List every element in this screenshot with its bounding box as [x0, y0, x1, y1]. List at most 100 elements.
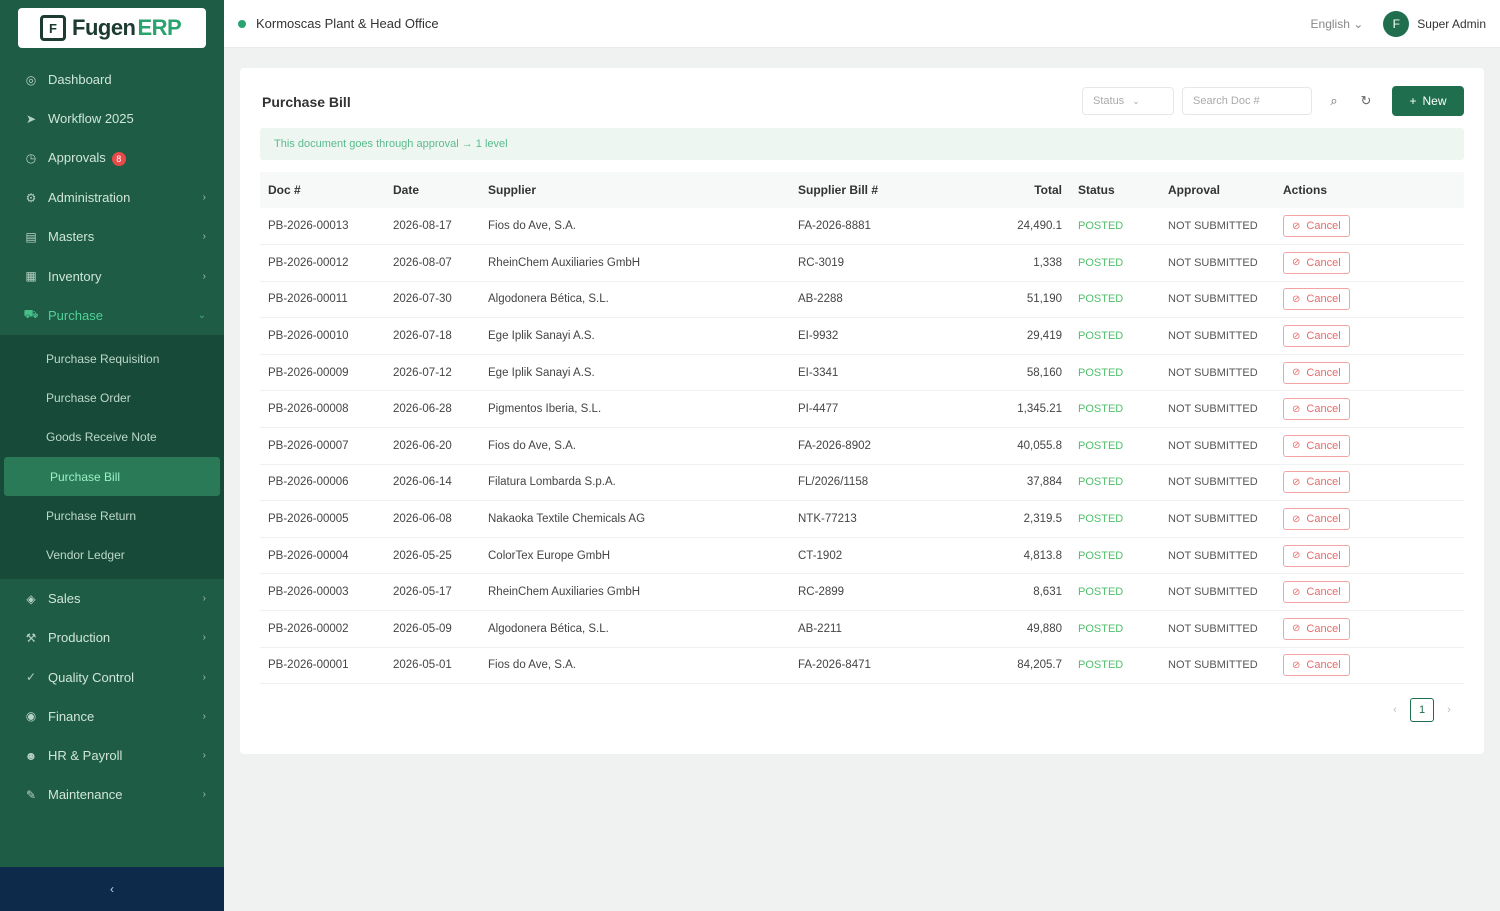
search-icon[interactable]: ⌕ [1320, 87, 1348, 115]
table-row[interactable]: PB-2026-00013 2026-08-17 Fios do Ave, S.A.… [260, 208, 1464, 245]
column-header-total[interactable]: Total [960, 172, 1070, 208]
submenu-item-purchase-requisition[interactable]: Purchase Requisition [0, 339, 224, 378]
cancel-icon: ⊘ [1292, 550, 1301, 562]
table-row[interactable]: PB-2026-00006 2026-06-14 Filatura Lombarda… [260, 464, 1464, 501]
cell-supplier-bill: FA-2026-8471 [798, 659, 871, 672]
column-header-approval[interactable]: Approval [1160, 172, 1275, 208]
table-row[interactable]: PB-2026-00001 2026-05-01 Fios do Ave, S.A.… [260, 647, 1464, 684]
table-row[interactable]: PB-2026-00008 2026-06-28 Pigmentos Iberia,… [260, 391, 1464, 428]
cancel-button[interactable]: ⊘ Cancel [1283, 617, 1350, 640]
search-input[interactable]: Search Doc # [1182, 87, 1312, 115]
sidebar-item-masters[interactable]: ▤ Masters › [0, 217, 224, 256]
cell-supplier-bill: EI-3341 [798, 366, 839, 379]
sidebar-item-label: Production [48, 630, 111, 646]
cancel-button-label: Cancel [1306, 439, 1341, 452]
sidebar-collapse-button[interactable]: ‹ [0, 867, 224, 911]
cell-supplier-bill: RC-3019 [798, 256, 845, 269]
chevron-right-icon: › [202, 192, 206, 204]
table-row[interactable]: PB-2026-00011 2026-07-30 Algodonera Bética… [260, 281, 1464, 318]
cancel-button[interactable]: ⊘ Cancel [1283, 581, 1350, 604]
sidebar-item-quality-control[interactable]: ✓ Quality Control › [0, 657, 224, 696]
cancel-button[interactable]: ⊘ Cancel [1283, 544, 1350, 567]
logo[interactable]: F FugenERP [18, 8, 206, 48]
sidebar-item-workflow[interactable]: ➤ Workflow 2025 [0, 99, 224, 138]
table-row[interactable]: PB-2026-00007 2026-06-20 Fios do Ave, S.A.… [260, 428, 1464, 465]
sidebar-item-administration[interactable]: ⚙ Administration › [0, 178, 224, 217]
cell-doc-number: PB-2026-00010 [268, 330, 349, 343]
next-page-icon[interactable]: › [1438, 699, 1460, 721]
cancel-button[interactable]: ⊘ Cancel [1283, 654, 1350, 677]
cancel-button[interactable]: ⊘ Cancel [1283, 508, 1350, 531]
cancel-button[interactable]: ⊘ Cancel [1283, 251, 1350, 274]
company-selector[interactable]: Kormoscas Plant & Head Office [238, 16, 439, 31]
page-number-current[interactable]: 1 [1410, 698, 1434, 722]
column-header-supplier[interactable]: Supplier [480, 172, 790, 208]
cell-supplier-bill: AB-2288 [798, 293, 843, 306]
cancel-icon: ⊘ [1292, 330, 1301, 342]
submenu-item-vendor-ledger[interactable]: Vendor Ledger [0, 536, 224, 575]
cell-date: 2026-06-08 [393, 513, 452, 526]
sidebar-item-hr-payroll[interactable]: ☻ HR & Payroll › [0, 736, 224, 775]
submenu-item-goods-receive-note[interactable]: Goods Receive Note [0, 418, 224, 457]
cell-total: 51,190 [1026, 293, 1062, 306]
cancel-button-label: Cancel [1306, 220, 1341, 233]
sidebar-item-maintenance[interactable]: ✎ Maintenance › [0, 775, 224, 814]
cancel-button[interactable]: ⊘ Cancel [1283, 215, 1350, 238]
status-filter-placeholder: Status [1093, 95, 1125, 107]
refresh-icon[interactable]: ↻ [1352, 87, 1380, 115]
sidebar-nav: ◎ Dashboard ➤ Workflow 2025 ◷ Approvals 8… [0, 60, 224, 815]
table-row[interactable]: PB-2026-00012 2026-08-07 RheinChem Auxilia… [260, 245, 1464, 282]
cell-approval: NOT SUBMITTED [1168, 549, 1258, 562]
cell-supplier: Ege Iplik Sanayi A.S. [488, 366, 595, 379]
cancel-button[interactable]: ⊘ Cancel [1283, 434, 1350, 457]
cell-supplier-bill: FA-2026-8902 [798, 439, 871, 452]
cancel-button-label: Cancel [1306, 586, 1341, 599]
sidebar-item-finance[interactable]: ◉ Finance › [0, 697, 224, 736]
sidebar-item-purchase[interactable]: ⛟ Purchase ⌄ [0, 296, 224, 335]
cell-doc-number: PB-2026-00001 [268, 659, 349, 672]
logo-text: FugenERP [72, 15, 182, 41]
cancel-button[interactable]: ⊘ Cancel [1283, 361, 1350, 384]
chevron-down-icon: ⌄ [1353, 16, 1364, 31]
table-row[interactable]: PB-2026-00010 2026-07-18 Ege Iplik Sanayi … [260, 318, 1464, 355]
sidebar-item-sales[interactable]: ◈ Sales › [0, 579, 224, 618]
prev-page-icon[interactable]: ‹ [1384, 699, 1406, 721]
table-row[interactable]: PB-2026-00005 2026-06-08 Nakaoka Textile C… [260, 501, 1464, 538]
table-row[interactable]: PB-2026-00003 2026-05-17 RheinChem Auxilia… [260, 574, 1464, 611]
cancel-button[interactable]: ⊘ Cancel [1283, 398, 1350, 421]
cancel-button[interactable]: ⊘ Cancel [1283, 288, 1350, 311]
sidebar-item-production[interactable]: ⚒ Production › [0, 618, 224, 657]
column-header-supplier-bill[interactable]: Supplier Bill # [790, 172, 960, 208]
cancel-icon: ⊘ [1292, 257, 1301, 269]
sidebar-item-dashboard[interactable]: ◎ Dashboard [0, 60, 224, 99]
cell-total: 1,338 [1033, 256, 1062, 269]
status-filter-select[interactable]: Status ⌄ [1082, 87, 1174, 115]
sidebar-item-approvals[interactable]: ◷ Approvals 8 [0, 139, 224, 178]
table-row[interactable]: PB-2026-00002 2026-05-09 Algodonera Bética… [260, 611, 1464, 648]
sidebar-item-label: Administration [48, 190, 131, 206]
cell-approval: NOT SUBMITTED [1168, 586, 1258, 599]
cell-total: 49,880 [1026, 622, 1062, 635]
user-name[interactable]: Super Admin [1417, 17, 1486, 31]
table-row[interactable]: PB-2026-00009 2026-07-12 Ege Iplik Sanayi … [260, 354, 1464, 391]
column-header-doc[interactable]: Doc # [260, 172, 385, 208]
new-button[interactable]: + New [1392, 86, 1464, 116]
cell-doc-number: PB-2026-00002 [268, 622, 349, 635]
cell-supplier: Pigmentos Iberia, S.L. [488, 403, 602, 416]
cell-supplier-bill: EI-9932 [798, 330, 839, 343]
table-row[interactable]: PB-2026-00004 2026-05-25 ColorTex Europe G… [260, 537, 1464, 574]
column-header-date[interactable]: Date [385, 172, 480, 208]
submenu-item-purchase-order[interactable]: Purchase Order [0, 378, 224, 417]
column-header-status[interactable]: Status [1070, 172, 1160, 208]
quality-icon: ✓ [25, 670, 37, 685]
submenu-item-purchase-bill[interactable]: Purchase Bill [4, 456, 220, 497]
cancel-button[interactable]: ⊘ Cancel [1283, 325, 1350, 348]
cell-doc-number: PB-2026-00003 [268, 586, 349, 599]
cell-actions: ⊘ Cancel [1275, 391, 1464, 428]
sidebar-item-inventory[interactable]: ▦ Inventory › [0, 256, 224, 295]
submenu-item-purchase-return[interactable]: Purchase Return [0, 496, 224, 535]
cancel-button[interactable]: ⊘ Cancel [1283, 471, 1350, 494]
language-selector[interactable]: English ⌄ [1311, 17, 1364, 31]
avatar[interactable]: F [1383, 10, 1410, 37]
cancel-button-label: Cancel [1306, 256, 1341, 269]
